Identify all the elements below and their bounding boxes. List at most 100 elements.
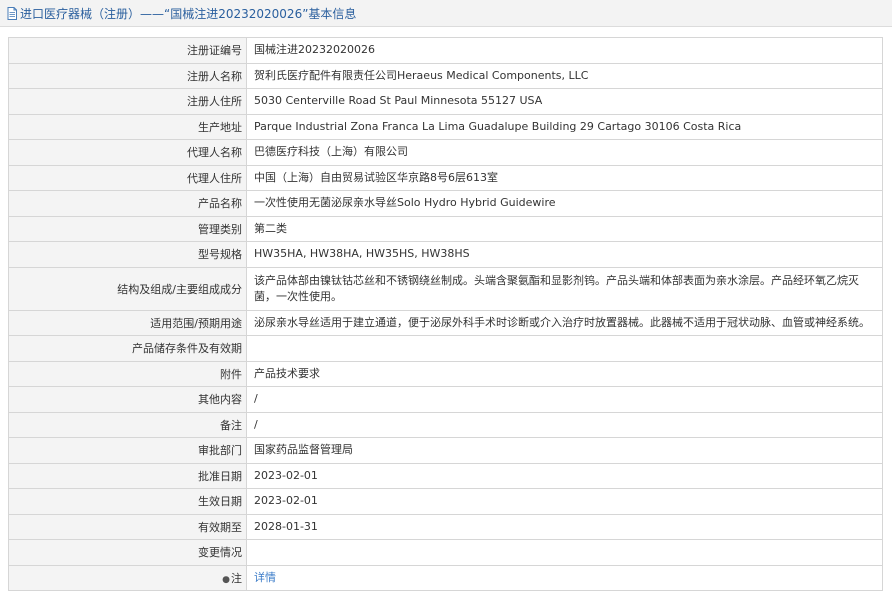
row-value: 国家药品监督管理局 [246, 437, 883, 464]
table-row: 其他内容 / [8, 386, 883, 413]
row-label: 注册人住所 [8, 88, 247, 115]
row-label: 适用范围/预期用途 [8, 309, 247, 336]
row-value: 第二类 [246, 215, 883, 242]
row-label-text: 变更情况 [198, 546, 242, 560]
table-row: 型号规格 HW35HA, HW38HA, HW35HS, HW38HS [8, 241, 883, 268]
row-label-text: 产品名称 [198, 197, 242, 211]
row-value: 该产品体部由镍钛钴芯丝和不锈钢绕丝制成。头端含聚氨酯和显影剂钨。产品头端和体部表… [246, 266, 883, 311]
row-label: 结构及组成/主要组成成分 [8, 266, 247, 311]
row-value: 产品技术要求 [246, 360, 883, 387]
row-label-text: 备注 [220, 418, 242, 432]
row-label-text: 生效日期 [198, 495, 242, 509]
table-row: 适用范围/预期用途 泌尿亲水导丝适用于建立通道，便于泌尿外科手术时诊断或介入治疗时… [8, 309, 883, 336]
table-row: 生产地址 Parque Industrial Zona Franca La Lim… [8, 113, 883, 140]
row-value-text: 第二类 [254, 221, 287, 235]
table-row: 生效日期 2023-02-01 [8, 488, 883, 515]
row-value: 巴德医疗科技（上海）有限公司 [246, 139, 883, 166]
row-value-text: / [254, 417, 258, 431]
row-label-text: 产品储存条件及有效期 [132, 342, 242, 356]
row-label: 生产地址 [8, 113, 247, 140]
table-row: 代理人名称 巴德医疗科技（上海）有限公司 [8, 139, 883, 166]
table-row: 注册人住所 5030 Centerville Road St Paul Minne… [8, 88, 883, 115]
row-value-text: / [254, 392, 258, 406]
row-label-text: 生产地址 [198, 120, 242, 134]
row-label: 注册证编号 [8, 37, 247, 64]
row-label-text: 代理人名称 [187, 146, 242, 160]
row-label: 产品名称 [8, 190, 247, 217]
row-value-text: HW35HA, HW38HA, HW35HS, HW38HS [254, 247, 470, 261]
row-label: 代理人住所 [8, 164, 247, 191]
row-label: 生效日期 [8, 488, 247, 515]
row-label-text: 其他内容 [198, 393, 242, 407]
row-label: 备注 [8, 411, 247, 438]
row-value: / [246, 411, 883, 438]
row-value: 泌尿亲水导丝适用于建立通道，便于泌尿外科手术时诊断或介入治疗时放置器械。此器械不… [246, 309, 883, 336]
table-row: 结构及组成/主要组成成分 该产品体部由镍钛钴芯丝和不锈钢绕丝制成。头端含聚氨酯和显… [8, 266, 883, 311]
row-label-text: 型号规格 [198, 248, 242, 262]
table-row: 产品名称 一次性使用无菌泌尿亲水导丝Solo Hydro Hybrid Guide… [8, 190, 883, 217]
row-label: 产品储存条件及有效期 [8, 335, 247, 362]
row-label: 其他内容 [8, 386, 247, 413]
table-row: 注册证编号 国械注进20232020026 [8, 37, 883, 64]
row-label: 代理人名称 [8, 139, 247, 166]
row-value-text: 2023-02-01 [254, 468, 318, 482]
pin-icon: ● [222, 574, 230, 585]
table-row: 注册人名称 贺利氏医疗配件有限责任公司Heraeus Medical Compon… [8, 62, 883, 89]
row-label: 有效期至 [8, 513, 247, 540]
row-value: / [246, 386, 883, 413]
row-label-text: 批准日期 [198, 469, 242, 483]
row-label: 型号规格 [8, 241, 247, 268]
row-value: 2028-01-31 [246, 513, 883, 540]
row-value-text: 该产品体部由镍钛钴芯丝和不锈钢绕丝制成。头端含聚氨酯和显影剂钨。产品头端和体部表… [254, 273, 859, 303]
row-label-text: 代理人住所 [187, 171, 242, 185]
row-value-text: 泌尿亲水导丝适用于建立通道，便于泌尿外科手术时诊断或介入治疗时放置器械。此器械不… [254, 315, 870, 329]
row-label-text: 附件 [220, 367, 242, 381]
row-value-text: 5030 Centerville Road St Paul Minnesota … [254, 94, 543, 108]
row-value: HW35HA, HW38HA, HW35HS, HW38HS [246, 241, 883, 268]
row-label-text: 适用范围/预期用途 [150, 316, 242, 330]
row-value-text: 2023-02-01 [254, 494, 318, 508]
table-row: 产品储存条件及有效期 [8, 335, 883, 362]
table-row: 附件 产品技术要求 [8, 360, 883, 387]
document-icon [6, 6, 18, 20]
page-header: 进口医疗器械（注册）——“国械注进20232020026”基本信息 [0, 0, 892, 27]
row-value: 国械注进20232020026 [246, 37, 883, 64]
table-row: 备注 / [8, 411, 883, 438]
row-value [246, 539, 883, 566]
row-label-text: 注 [231, 571, 242, 585]
table-row: 管理类别 第二类 [8, 215, 883, 242]
table-row: 变更情况 [8, 539, 883, 566]
row-label-text: 注册证编号 [187, 44, 242, 58]
row-label: 变更情况 [8, 539, 247, 566]
row-label-text: 有效期至 [198, 520, 242, 534]
row-value-text: 国家药品监督管理局 [254, 443, 353, 457]
row-label-text: 结构及组成/主要组成成分 [117, 282, 242, 296]
row-label: ●注 [8, 564, 247, 591]
row-label: 附件 [8, 360, 247, 387]
row-label: 管理类别 [8, 215, 247, 242]
info-table: 注册证编号 国械注进20232020026 注册人名称 贺利氏医疗配件有限责任公司He… [8, 37, 883, 591]
row-value: 一次性使用无菌泌尿亲水导丝Solo Hydro Hybrid Guidewire [246, 190, 883, 217]
row-value: 2023-02-01 [246, 462, 883, 489]
row-value: 贺利氏医疗配件有限责任公司Heraeus Medical Components,… [246, 62, 883, 89]
row-value: 中国（上海）自由贸易试验区华京路8号6层613室 [246, 164, 883, 191]
row-label-text: 注册人住所 [187, 95, 242, 109]
table-row: 有效期至 2028-01-31 [8, 513, 883, 540]
row-value [246, 335, 883, 362]
row-label-text: 注册人名称 [187, 69, 242, 83]
row-value: Parque Industrial Zona Franca La Lima Gu… [246, 113, 883, 140]
row-value-text: 贺利氏医疗配件有限责任公司Heraeus Medical Components,… [254, 68, 589, 82]
row-label: 审批部门 [8, 437, 247, 464]
details-link[interactable]: 详情 [254, 571, 276, 584]
row-value-text: 巴德医疗科技（上海）有限公司 [254, 145, 408, 159]
row-value-text: 一次性使用无菌泌尿亲水导丝Solo Hydro Hybrid Guidewire [254, 196, 556, 210]
row-value: 2023-02-01 [246, 488, 883, 515]
row-value-text: 国械注进20232020026 [254, 43, 375, 57]
row-value: 5030 Centerville Road St Paul Minnesota … [246, 88, 883, 115]
row-value-text: Parque Industrial Zona Franca La Lima Gu… [254, 119, 742, 133]
table-row: 代理人住所 中国（上海）自由贸易试验区华京路8号6层613室 [8, 164, 883, 191]
row-label: 注册人名称 [8, 62, 247, 89]
table-row: 审批部门 国家药品监督管理局 [8, 437, 883, 464]
row-label-text: 管理类别 [198, 222, 242, 236]
page-title: 进口医疗器械（注册）——“国械注进20232020026”基本信息 [20, 6, 357, 21]
